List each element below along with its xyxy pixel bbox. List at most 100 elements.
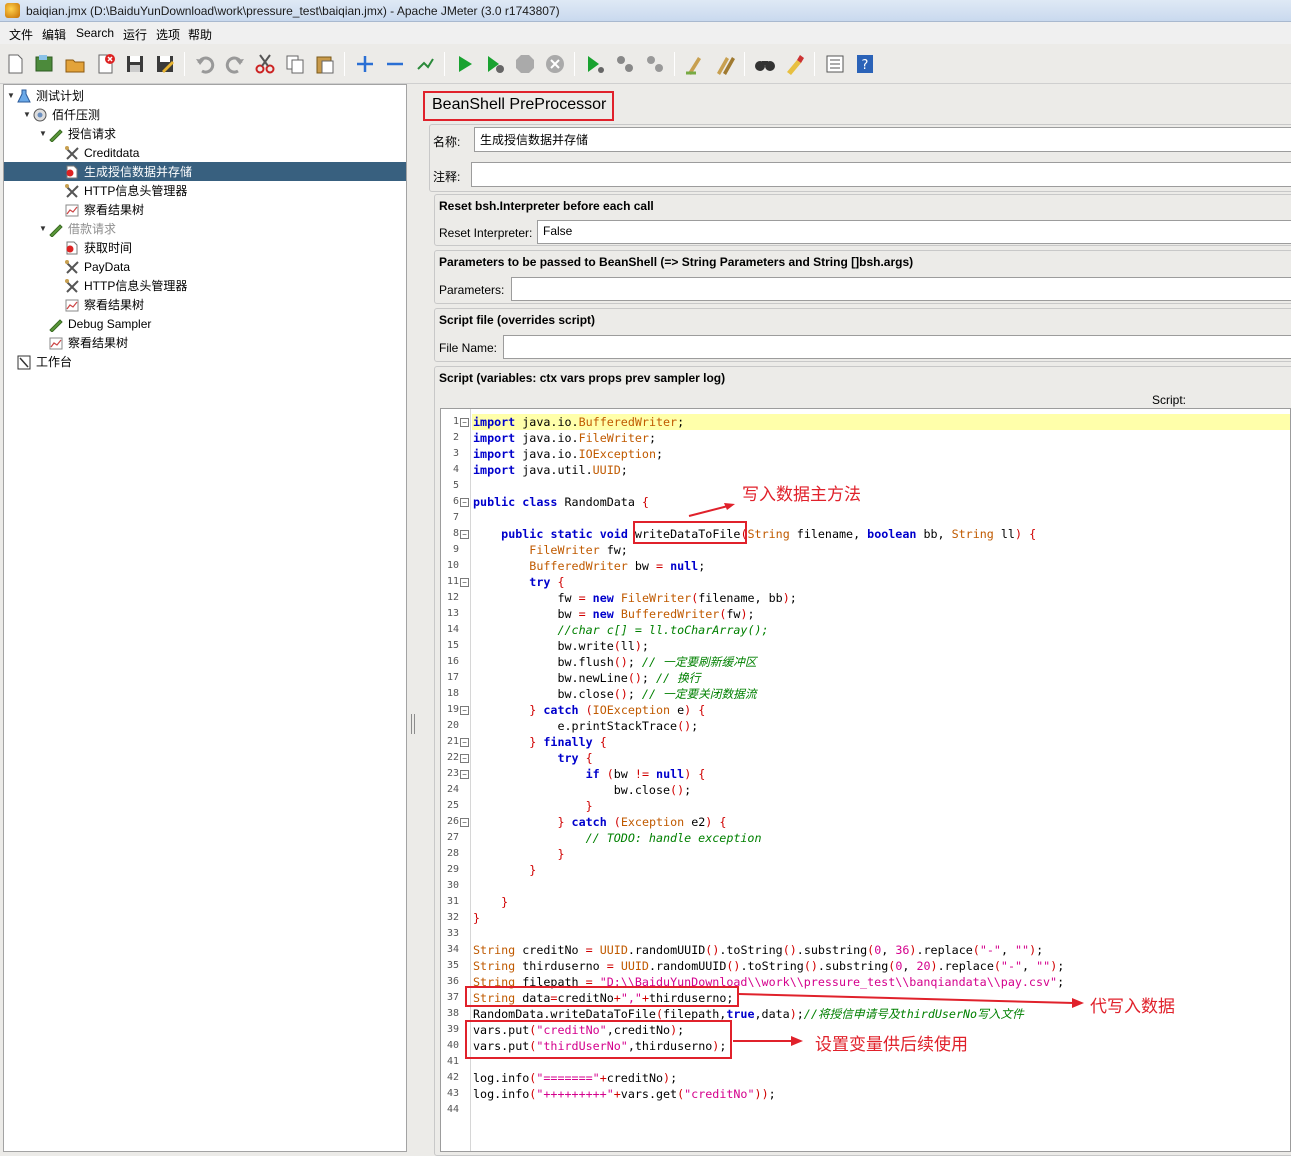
stop-icon[interactable] [514,53,536,75]
code-line[interactable]: log.info("+++++++++"+vars.get("creditNo"… [473,1086,776,1102]
fold-toggle-icon[interactable]: − [460,418,469,427]
start-icon[interactable] [454,53,476,75]
code-line[interactable]: // TODO: handle exception [473,830,762,846]
split-pane-divider[interactable] [408,84,418,1152]
tree-node[interactable]: Creditdata [54,143,139,162]
code-line[interactable]: String filepath = "D:\\BaiduYunDownload\… [473,974,1064,990]
comment-field[interactable] [471,162,1291,187]
code-line[interactable]: } [473,798,593,814]
parameters-field[interactable] [511,277,1291,301]
name-field[interactable]: 生成授信数据并存储 [474,127,1291,152]
code-line[interactable]: } [473,894,508,910]
code-line[interactable]: e.printStackTrace(); [473,718,698,734]
code-line[interactable]: import java.io.BufferedWriter; [473,414,684,430]
test-plan-tree[interactable]: ▼ 测试计划 ▼ 佰仟压测 ▼ 授信请求 Creditdata 生成授信数据并存储 HTTP信息… [3,84,407,1152]
tree-node[interactable]: Debug Sampler [38,314,151,333]
reset-interpreter-select[interactable]: False [537,220,1291,244]
code-line[interactable]: bw.close(); // 一定要关闭数据流 [473,686,756,702]
redo-icon[interactable] [224,53,246,75]
tree-node[interactable]: ▼ 借款请求 [38,219,116,238]
fold-toggle-icon[interactable]: − [460,770,469,779]
tree-node[interactable]: ▼ 测试计划 [6,86,84,105]
tree-node[interactable]: 察看结果树 [54,295,144,314]
code-line[interactable]: public static void writeDataToFile(Strin… [473,526,1036,542]
code-line[interactable]: String thirduserno = UUID.randomUUID().t… [473,958,1064,974]
fold-toggle-icon[interactable]: − [460,706,469,715]
tree-node[interactable]: 工作台 [6,352,72,371]
fold-toggle-icon[interactable]: − [460,738,469,747]
tree-node[interactable]: 获取时间 [54,238,132,257]
reset-search-icon[interactable] [784,53,806,75]
code-line[interactable]: } [473,846,564,862]
code-line[interactable]: import java.util.UUID; [473,462,628,478]
tree-node[interactable]: PayData [54,257,130,276]
code-line[interactable]: bw = new BufferedWriter(fw); [473,606,754,622]
toggle-icon[interactable] [414,53,436,75]
code-line[interactable]: try { [473,574,564,590]
code-line[interactable]: try { [473,750,592,766]
templates-icon[interactable] [33,53,55,75]
search-icon[interactable] [754,53,776,75]
code-line[interactable]: BufferedWriter bw = null; [473,558,705,574]
code-line[interactable]: } finally { [473,734,606,750]
fold-toggle-icon[interactable]: − [460,754,469,763]
code-line[interactable]: bw.flush(); // 一定要刷新缓冲区 [473,654,756,670]
file-name-field[interactable] [503,335,1291,359]
code-line[interactable]: String data=creditNo+","+thirduserno; [473,990,733,1006]
code-line[interactable]: //char c[] = ll.toCharArray(); [473,622,768,638]
tree-expand-toggle-icon[interactable]: ▼ [38,224,48,233]
copy-icon[interactable] [284,53,306,75]
code-line[interactable]: bw.write(ll); [473,638,649,654]
save-as-icon[interactable] [154,53,176,75]
paste-icon[interactable] [314,53,336,75]
fold-toggle-icon[interactable]: − [460,578,469,587]
code-line[interactable]: if (bw != null) { [473,766,706,782]
clear-icon[interactable] [684,53,706,75]
remote-shutdown-icon[interactable] [644,53,666,75]
code-line[interactable]: import java.io.FileWriter; [473,430,656,446]
save-icon[interactable] [124,53,146,75]
undo-icon[interactable] [194,53,216,75]
help-icon[interactable]: ? [854,53,876,75]
cut-icon[interactable] [254,53,276,75]
menu-edit[interactable]: 编辑 [42,26,66,43]
menu-run[interactable]: 运行 [123,26,147,43]
code-line[interactable]: vars.put("creditNo",creditNo); [473,1022,684,1038]
clear-all-icon[interactable] [714,53,736,75]
function-helper-icon[interactable] [824,53,846,75]
tree-node[interactable]: ▼ 授信请求 [38,124,116,143]
new-icon[interactable] [4,53,26,75]
tree-node[interactable]: HTTP信息头管理器 [54,276,187,295]
shutdown-icon[interactable] [544,53,566,75]
collapse-icon[interactable] [384,53,406,75]
remote-stop-icon[interactable] [614,53,636,75]
fold-toggle-icon[interactable]: − [460,498,469,507]
code-line[interactable]: } catch (Exception e2) { [473,814,726,830]
code-line[interactable]: } [473,910,480,926]
code-line[interactable]: FileWriter fw; [473,542,628,558]
code-line[interactable]: import java.io.IOException; [473,446,663,462]
tree-expand-toggle-icon[interactable]: ▼ [6,91,16,100]
menu-file[interactable]: 文件 [9,26,33,43]
fold-toggle-icon[interactable]: − [460,818,469,827]
expand-icon[interactable] [354,53,376,75]
tree-node[interactable]: ▼ 佰仟压测 [22,105,100,124]
tree-expand-toggle-icon[interactable]: ▼ [22,110,32,119]
code-line[interactable]: log.info("======="+creditNo); [473,1070,677,1086]
tree-node[interactable]: 察看结果树 [54,200,144,219]
tree-node[interactable]: HTTP信息头管理器 [54,181,187,200]
code-line[interactable]: public class RandomData { [473,494,649,510]
tree-node[interactable]: 生成授信数据并存储 [4,162,406,181]
tree-node[interactable]: 察看结果树 [38,333,128,352]
start-no-pause-icon[interactable] [484,53,506,75]
code-line[interactable]: fw = new FileWriter(filename, bb); [473,590,796,606]
open-icon[interactable] [64,53,86,75]
code-line[interactable]: } [473,862,536,878]
menu-help[interactable]: 帮助 [188,26,212,43]
fold-toggle-icon[interactable]: − [460,530,469,539]
code-line[interactable]: bw.close(); [473,782,691,798]
code-line[interactable]: bw.newLine(); // 换行 [473,670,700,686]
code-line[interactable]: vars.put("thirdUserNo",thirduserno); [473,1038,726,1054]
menu-search[interactable]: Search [76,26,114,40]
remote-start-icon[interactable] [584,53,606,75]
